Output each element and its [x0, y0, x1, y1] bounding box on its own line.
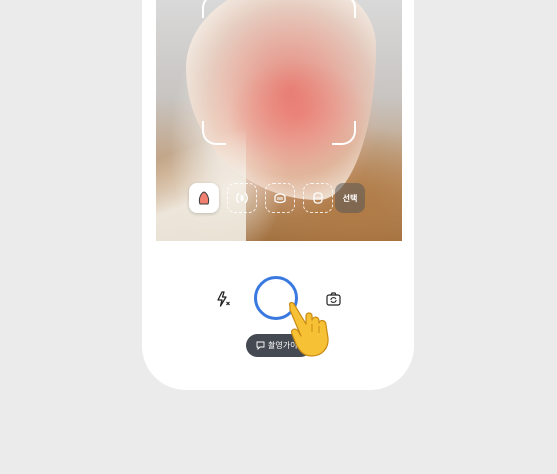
pointing-hand-icon: [288, 301, 329, 357]
focus-corner-top-right: [332, 0, 356, 18]
guide-chat-icon: [256, 341, 265, 350]
ear-icon: [198, 191, 210, 205]
flash-off-icon[interactable]: [215, 291, 231, 307]
part-chip-ear[interactable]: [189, 183, 219, 213]
part-chip-eye[interactable]: [227, 183, 257, 213]
body-icon: [313, 192, 323, 204]
body-part-selector: 선택: [189, 183, 369, 215]
focus-corner-top-left: [202, 0, 226, 18]
teeth-icon: [274, 193, 286, 204]
eye-icon: [236, 192, 248, 204]
select-part-button[interactable]: 선택: [335, 183, 365, 213]
part-chip-body[interactable]: [303, 183, 333, 213]
part-chip-teeth[interactable]: [265, 183, 295, 213]
